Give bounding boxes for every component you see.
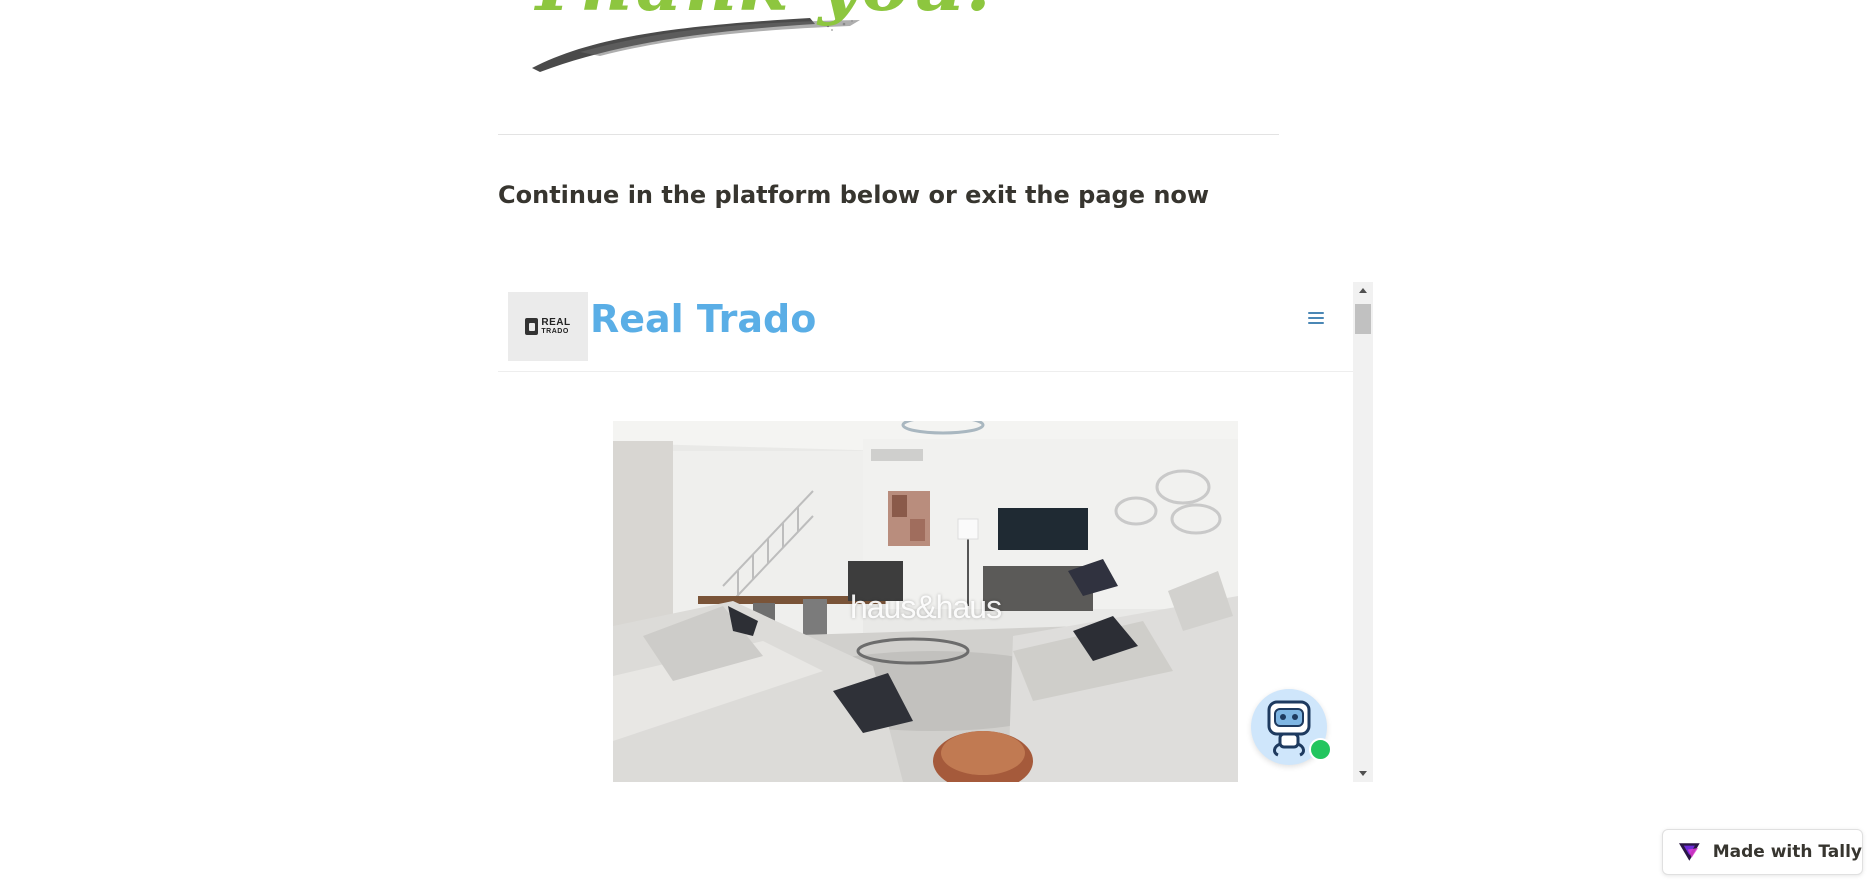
brand-title[interactable]: Real Trado xyxy=(590,297,816,341)
thank-you-graphic: Thank you! xyxy=(510,0,998,75)
page-heading: Continue in the platform below or exit t… xyxy=(498,181,1210,209)
thank-you-text: Thank you! xyxy=(526,0,1000,27)
embed-header: REAL TRADO Real Trado xyxy=(498,282,1353,372)
logo-line-1: REAL xyxy=(541,316,571,328)
photo-watermark: haus&haus xyxy=(849,589,1002,625)
scroll-down-arrow-icon[interactable] xyxy=(1353,765,1373,782)
scroll-thumb[interactable] xyxy=(1355,304,1371,334)
hamburger-menu-icon[interactable] xyxy=(1308,310,1324,326)
logo-glyph-icon xyxy=(525,318,539,335)
logo-line-2: TRADO xyxy=(541,327,569,335)
real-trado-logo[interactable]: REAL TRADO xyxy=(508,292,588,361)
scroll-up-arrow-icon[interactable] xyxy=(1353,282,1373,299)
embed-content: REAL TRADO Real Trado haus&haus xyxy=(498,282,1353,782)
made-with-tally-label: Made with Tally xyxy=(1712,842,1862,862)
logo-mark: REAL TRADO xyxy=(525,316,571,336)
online-status-dot xyxy=(1309,738,1332,761)
property-photo: haus&haus xyxy=(613,421,1238,782)
logo-wordmark: REAL TRADO xyxy=(541,316,571,336)
made-with-tally-badge[interactable]: Made with Tally xyxy=(1662,829,1863,875)
tally-logo-icon xyxy=(1679,843,1700,861)
divider xyxy=(498,134,1279,135)
embed-scrollbar[interactable] xyxy=(1353,282,1373,782)
embedded-platform-frame[interactable]: REAL TRADO Real Trado haus&haus xyxy=(498,282,1373,782)
page: Thank you! Continue in the platform belo… xyxy=(0,0,1870,889)
